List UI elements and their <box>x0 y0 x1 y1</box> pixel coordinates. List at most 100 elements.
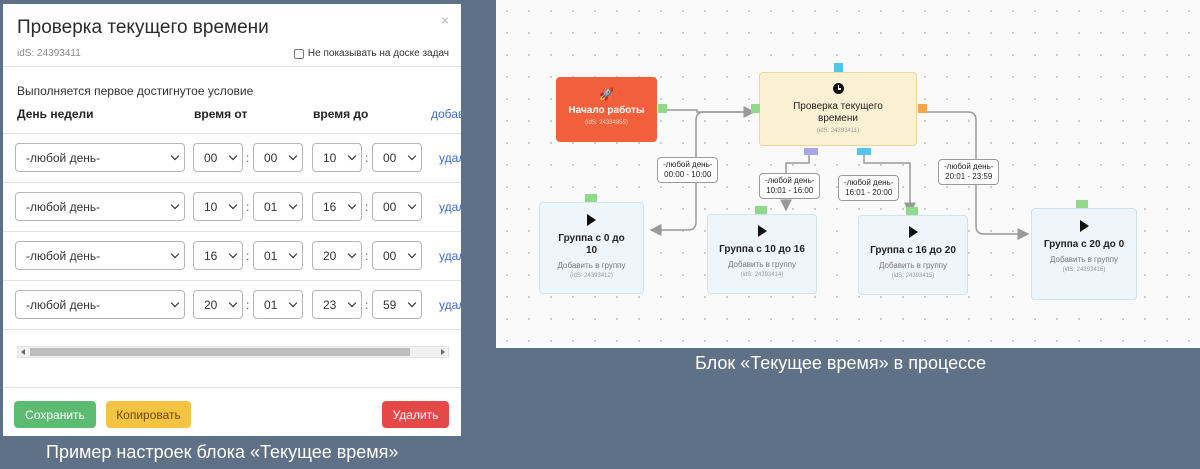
edge-label-3[interactable]: -любой день- 16:01 - 20:00 <box>838 175 900 201</box>
to-hour-select[interactable]: 20 <box>312 241 362 270</box>
chevron-down-icon <box>228 298 238 308</box>
group-node-2[interactable]: Группа с 10 до 16 Добавить в группу (idS… <box>707 214 817 294</box>
checkbox-box[interactable] <box>293 48 304 59</box>
from-hour-select[interactable]: 00 <box>193 143 243 172</box>
check-top-port[interactable] <box>834 63 843 72</box>
group-node-4[interactable]: Группа с 20 до 0 Добавить в группу (idS:… <box>1031 208 1137 300</box>
play-icon <box>587 214 596 226</box>
horizontal-scrollbar[interactable] <box>17 346 449 358</box>
check-output-port-bottom-right[interactable] <box>857 148 871 155</box>
to-hour-select[interactable]: 10 <box>312 143 362 172</box>
from-minute-select[interactable]: 01 <box>253 241 303 270</box>
check-output-port-bottom-left[interactable] <box>804 148 818 155</box>
scroll-left-icon[interactable] <box>21 349 25 355</box>
to-minute-value: 00 <box>383 248 397 263</box>
settings-modal: Проверка текущего времени × idS: 2439341… <box>3 4 461 436</box>
to-minute-select[interactable]: 59 <box>372 290 422 319</box>
start-node[interactable]: 🚀 Начало работы (idS: 24334855) <box>556 77 657 142</box>
day-select[interactable]: -любой день- <box>15 192 185 221</box>
to-minute-select[interactable]: 00 <box>372 241 422 270</box>
chevron-down-icon <box>407 200 417 210</box>
hide-on-board-checkbox[interactable]: Не показывать на доске задач <box>293 48 449 59</box>
header-divider <box>3 66 461 67</box>
condition-row: -любой день- 16 : 01 20 : 00 удалить <box>3 231 461 280</box>
close-icon[interactable]: × <box>441 12 449 28</box>
delete-row-link[interactable]: удалить <box>439 200 461 214</box>
edge-label-day: -любой день- <box>663 160 713 169</box>
chevron-down-icon <box>347 249 357 259</box>
scrollbar-thumb[interactable] <box>30 348 410 356</box>
edge-label-4[interactable]: -любой день- 20:01 - 23:59 <box>938 159 1000 185</box>
chevron-down-icon <box>228 249 238 259</box>
chevron-down-icon <box>407 298 417 308</box>
process-canvas[interactable]: 🚀 Начало работы (idS: 24334855) Проверка… <box>496 0 1200 348</box>
group1-input-port[interactable] <box>585 194 597 202</box>
chevron-down-icon <box>347 151 357 161</box>
delete-row-link[interactable]: удалить <box>439 298 461 312</box>
time-colon: : <box>365 249 369 263</box>
hide-on-board-label: Не показывать на доске задач <box>307 48 449 59</box>
time-check-node[interactable]: Проверка текущего времени (idS: 24393411… <box>759 72 917 146</box>
footer-divider <box>3 387 461 388</box>
day-select[interactable]: -любой день- <box>15 143 185 172</box>
group-node-ids: (idS: 24393415) <box>891 273 935 279</box>
add-condition-link[interactable]: добавить <box>431 107 461 121</box>
group-node-subtitle: Добавить в группу <box>879 261 947 270</box>
edge-label-time: 20:01 - 23:59 <box>945 172 993 181</box>
delete-row-link[interactable]: удалить <box>439 151 461 165</box>
check-output-port-right[interactable] <box>918 104 927 113</box>
time-colon: : <box>365 151 369 165</box>
group3-input-port[interactable] <box>906 207 918 215</box>
day-select-value: -любой день- <box>26 199 101 214</box>
from-hour-select[interactable]: 20 <box>193 290 243 319</box>
to-hour-select[interactable]: 16 <box>312 192 362 221</box>
group-node-1[interactable]: Группа с 0 до 10 Добавить в группу (idS:… <box>539 202 644 294</box>
day-select-value: -любой день- <box>26 297 101 312</box>
edge-label-day: -любой день- <box>765 176 815 185</box>
chevron-down-icon <box>288 200 298 210</box>
edge-label-2[interactable]: -любой день- 10:01 - 16:00 <box>759 173 821 199</box>
start-output-port[interactable] <box>658 104 667 113</box>
group-node-3[interactable]: Группа с 16 до 20 Добавить в группу (idS… <box>858 215 968 295</box>
from-minute-select[interactable]: 01 <box>253 290 303 319</box>
time-check-node-title: Проверка текущего времени <box>793 101 883 124</box>
chevron-down-icon <box>170 200 180 210</box>
chevron-down-icon <box>170 298 180 308</box>
condition-row: -любой день- 20 : 01 23 : 59 удалить <box>3 280 461 329</box>
group2-input-port[interactable] <box>755 206 767 214</box>
edge-label-day: -любой день- <box>844 178 894 187</box>
from-hour-select[interactable]: 16 <box>193 241 243 270</box>
to-minute-select[interactable]: 00 <box>372 192 422 221</box>
delete-row-link[interactable]: удалить <box>439 249 461 263</box>
save-button[interactable]: Сохранить <box>14 401 96 428</box>
to-minute-value: 59 <box>383 297 397 312</box>
group-node-ids: (idS: 24393414) <box>740 272 784 278</box>
start-node-title: Начало работы <box>568 105 645 116</box>
time-colon: : <box>365 200 369 214</box>
condition-text: Выполняется первое достигнутое условие <box>17 84 254 98</box>
play-icon <box>1079 220 1089 232</box>
scroll-right-icon[interactable] <box>441 349 445 355</box>
modal-title: Проверка текущего времени <box>17 17 269 38</box>
chevron-down-icon <box>288 298 298 308</box>
from-hour-select[interactable]: 10 <box>193 192 243 221</box>
chevron-down-icon <box>170 249 180 259</box>
clock-icon <box>832 83 844 94</box>
to-minute-select[interactable]: 00 <box>372 143 422 172</box>
group-node-title: Группа с 20 до 0 <box>1043 239 1125 250</box>
check-input-port[interactable] <box>751 104 760 113</box>
to-hour-select[interactable]: 23 <box>312 290 362 319</box>
from-minute-select[interactable]: 01 <box>253 192 303 221</box>
delete-button[interactable]: Удалить <box>382 401 449 428</box>
edge-label-1[interactable]: -любой день- 00:00 - 10:00 <box>657 157 719 183</box>
edge-label-time: 10:01 - 16:00 <box>766 186 814 195</box>
time-colon: : <box>365 298 369 312</box>
from-minute-select[interactable]: 00 <box>253 143 303 172</box>
time-colon: : <box>246 298 250 312</box>
time-colon: : <box>246 151 250 165</box>
day-select[interactable]: -любой день- <box>15 241 185 270</box>
group4-input-port[interactable] <box>1076 200 1088 208</box>
day-select[interactable]: -любой день- <box>15 290 185 319</box>
from-hour-value: 20 <box>204 297 218 312</box>
copy-button[interactable]: Копировать <box>106 401 191 428</box>
